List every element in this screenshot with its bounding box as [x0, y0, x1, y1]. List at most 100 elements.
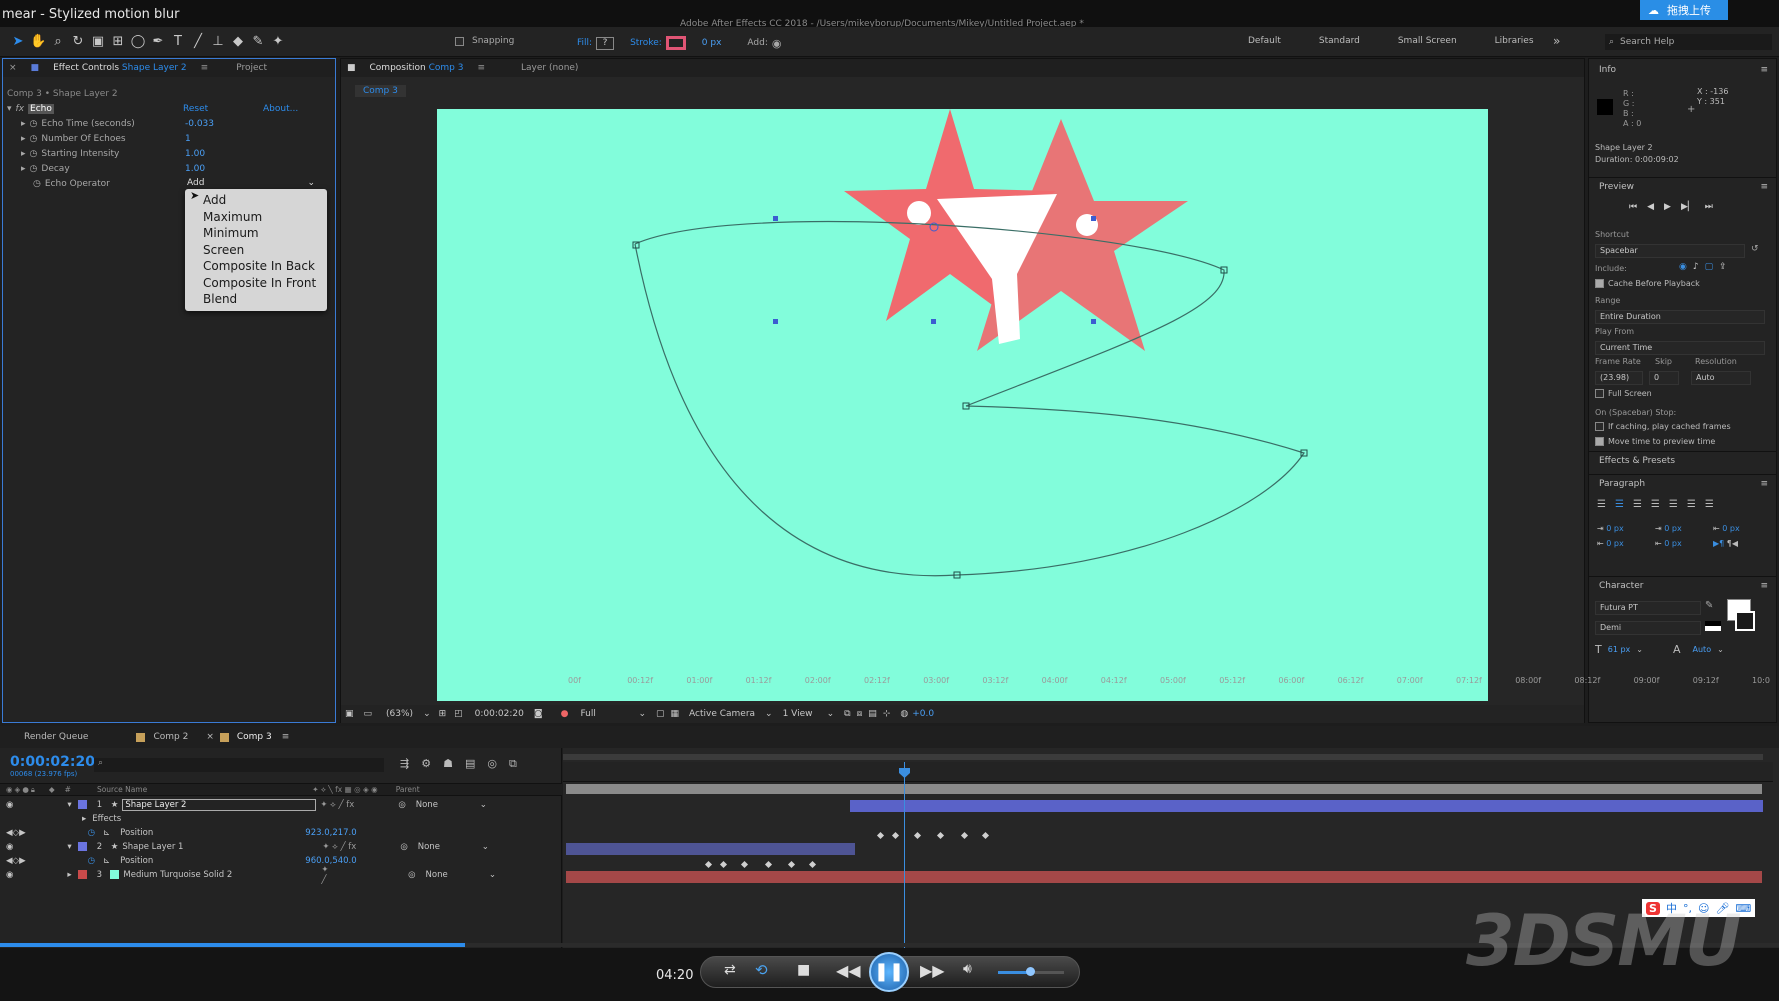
exposure-icon[interactable]: ◍ — [900, 709, 908, 719]
disclosure-right-icon[interactable]: ▸ — [21, 119, 26, 129]
full-screen-checkbox[interactable] — [1595, 389, 1604, 398]
search-help-box[interactable]: ⌕ Search Help — [1605, 34, 1772, 50]
eye-icon[interactable]: ◉ — [6, 870, 13, 880]
work-area-bar[interactable] — [563, 754, 1763, 760]
range-dropdown[interactable]: Entire Duration — [1595, 310, 1765, 324]
monitor-icon[interactable]: ▭ — [364, 709, 373, 719]
menu-item-add[interactable]: Add — [185, 192, 327, 209]
number-of-echoes-value[interactable]: 1 — [185, 134, 191, 144]
menu-item-minimum[interactable]: Minimum — [185, 225, 327, 242]
reset-icon[interactable]: ↺ — [1751, 244, 1759, 254]
motion-blur-icon[interactable]: ◎ — [487, 757, 497, 771]
menu-icon[interactable]: ≡ — [201, 63, 209, 73]
layer-row-3[interactable]: ◉ ▸ 3 Medium Turquoise Solid 2 ✦ ╱ ◎ Non… — [0, 865, 496, 885]
ellipse-tool-icon[interactable]: ◯ — [130, 34, 146, 50]
layer-label-swatch[interactable] — [77, 800, 87, 809]
video-icon[interactable]: ◉ — [1679, 262, 1687, 272]
disclosure-down-icon[interactable]: ▾ — [67, 800, 71, 810]
layer-label-swatch[interactable] — [77, 842, 87, 851]
eye-icon[interactable]: ◉ — [6, 800, 13, 810]
stopwatch-icon[interactable]: ◷ — [30, 149, 38, 159]
menu-item-maximum[interactable]: Maximum — [185, 209, 327, 226]
layer-row-1[interactable]: ◉ ▾ 1 ★ Shape Layer 2 ✦ ⟡ ╱ fx ◎ None ⌄ — [0, 798, 496, 811]
render-queue-tab[interactable]: Render Queue — [24, 732, 88, 742]
layer-2-bar[interactable] — [566, 843, 855, 855]
layer-1-bar[interactable] — [850, 800, 1763, 812]
camera-icon[interactable]: ◙ — [534, 709, 543, 719]
layer-effects-row[interactable]: ▸ Effects — [0, 812, 496, 825]
playlist-icon[interactable]: ⇄ — [724, 962, 736, 978]
justify-right-icon[interactable]: ☰ — [1687, 499, 1696, 510]
layer-name[interactable]: Shape Layer 2 — [122, 798, 317, 811]
brush-tool-icon[interactable]: ╱ — [190, 34, 206, 50]
menu-icon[interactable]: ≡ — [282, 732, 290, 742]
camera-dropdown[interactable]: Active Camera — [689, 709, 765, 719]
zoom-dropdown[interactable]: (63%) — [386, 709, 413, 719]
skip-dropdown[interactable]: 0 — [1649, 371, 1679, 385]
camera-tool-icon[interactable]: ▣ — [90, 34, 106, 50]
stroke-swatch[interactable] — [665, 36, 686, 50]
parent-pickwhip-icon[interactable]: ◎ — [398, 800, 405, 810]
graph-editor-icon[interactable]: ⧉ — [509, 757, 517, 771]
resolution-dropdown[interactable]: Auto — [1691, 371, 1751, 385]
eraser-tool-icon[interactable]: ◆ — [230, 34, 246, 50]
effects-presets-title[interactable]: Effects & Presets — [1599, 456, 1675, 466]
footer-timecode[interactable]: 0:00:02:20 — [475, 709, 524, 719]
font-family-dropdown[interactable]: Futura PT — [1595, 601, 1701, 615]
workspace-small-screen[interactable]: Small Screen — [1398, 36, 1457, 46]
grid-icon[interactable]: ⊞ — [439, 709, 447, 719]
if-caching-checkbox[interactable] — [1595, 422, 1604, 431]
justify-center-icon[interactable]: ☰ — [1669, 499, 1678, 510]
rtl-icon[interactable]: ¶◀ — [1727, 539, 1738, 548]
echo-operator-dropdown[interactable]: Add ⌄ — [187, 178, 315, 190]
close-icon[interactable]: × — [9, 63, 17, 73]
external-icon[interactable]: ⇪ — [1719, 262, 1727, 272]
roto-brush-tool-icon[interactable]: ✎ — [250, 34, 266, 50]
lock-icon[interactable]: ■ — [347, 63, 356, 73]
resolution-dropdown[interactable]: Full — [580, 709, 638, 719]
play-from-dropdown[interactable]: Current Time — [1595, 341, 1765, 355]
col-parent[interactable]: Parent — [396, 785, 420, 794]
stopwatch-icon[interactable]: ◷ — [33, 179, 41, 189]
first-line-indent-value[interactable]: 0 px — [1664, 524, 1681, 533]
workspace-overflow-icon[interactable]: » — [1553, 34, 1560, 48]
disclosure-down-icon[interactable]: ▾ — [7, 104, 12, 114]
comp-breadcrumb[interactable]: Comp 3 — [355, 85, 406, 97]
effect-controls-tab[interactable]: Effect Controls Shape Layer 2 — [53, 63, 187, 73]
shy-icon[interactable]: ☗ — [443, 757, 453, 771]
keyframe-nav-icon[interactable]: ◀◇▶ — [6, 828, 26, 838]
move-time-checkbox[interactable] — [1595, 437, 1604, 446]
snapping-checkbox[interactable] — [455, 36, 464, 46]
panel-menu-icon[interactable]: ≡ — [1760, 182, 1768, 192]
frame-blending-icon[interactable]: ▤ — [465, 757, 475, 771]
composition-tab[interactable]: Composition Comp 3 — [370, 63, 464, 73]
graph-icon[interactable]: ⊾ — [103, 856, 110, 866]
pause-button[interactable]: ❚❚ — [869, 952, 909, 992]
layer-switches[interactable]: ✦ ⟡ ╱ fx — [322, 842, 356, 852]
lock-icon[interactable]: ■ — [31, 63, 40, 73]
close-icon[interactable]: × — [206, 732, 214, 742]
align-right-icon[interactable]: ☰ — [1633, 499, 1642, 510]
timeline-search[interactable]: ⌕ — [94, 758, 384, 772]
parent-dropdown[interactable]: None — [426, 870, 489, 880]
fast-forward-icon[interactable]: ▶▶ — [920, 961, 945, 980]
pan-behind-tool-icon[interactable]: ⊞ — [110, 34, 126, 50]
work-area-range[interactable] — [566, 784, 1762, 794]
color-icon[interactable]: ● — [561, 709, 569, 719]
layer-2-position-row[interactable]: ◀◇▶ ◷ ⊾ Position 960.0,540.0 — [0, 854, 496, 867]
shortcut-dropdown[interactable]: Spacebar — [1595, 244, 1745, 258]
menu-item-composite-in-front[interactable]: Composite In Front — [185, 275, 327, 292]
draft-3d-icon[interactable]: ⚙ — [421, 757, 431, 771]
roi-icon[interactable]: ▢ — [656, 709, 665, 719]
align-left-icon[interactable]: ☰ — [1597, 499, 1606, 510]
starting-intensity-value[interactable]: 1.00 — [185, 149, 205, 159]
layer-switches[interactable]: ✦ ⟡ ╱ fx — [320, 800, 354, 810]
fast-previews-icon[interactable]: ⧈ — [857, 709, 863, 719]
panel-menu-icon[interactable]: ≡ — [1760, 65, 1768, 75]
cache-checkbox[interactable] — [1595, 279, 1604, 288]
next-frame-icon[interactable]: ▶▏ — [1681, 202, 1695, 212]
stroke-color-swatch[interactable] — [1735, 611, 1755, 631]
timeline-icon[interactable]: ▤ — [868, 709, 877, 719]
rewind-icon[interactable]: ◀◀ — [836, 961, 861, 980]
prev-frame-icon[interactable]: ◀ — [1647, 202, 1654, 212]
